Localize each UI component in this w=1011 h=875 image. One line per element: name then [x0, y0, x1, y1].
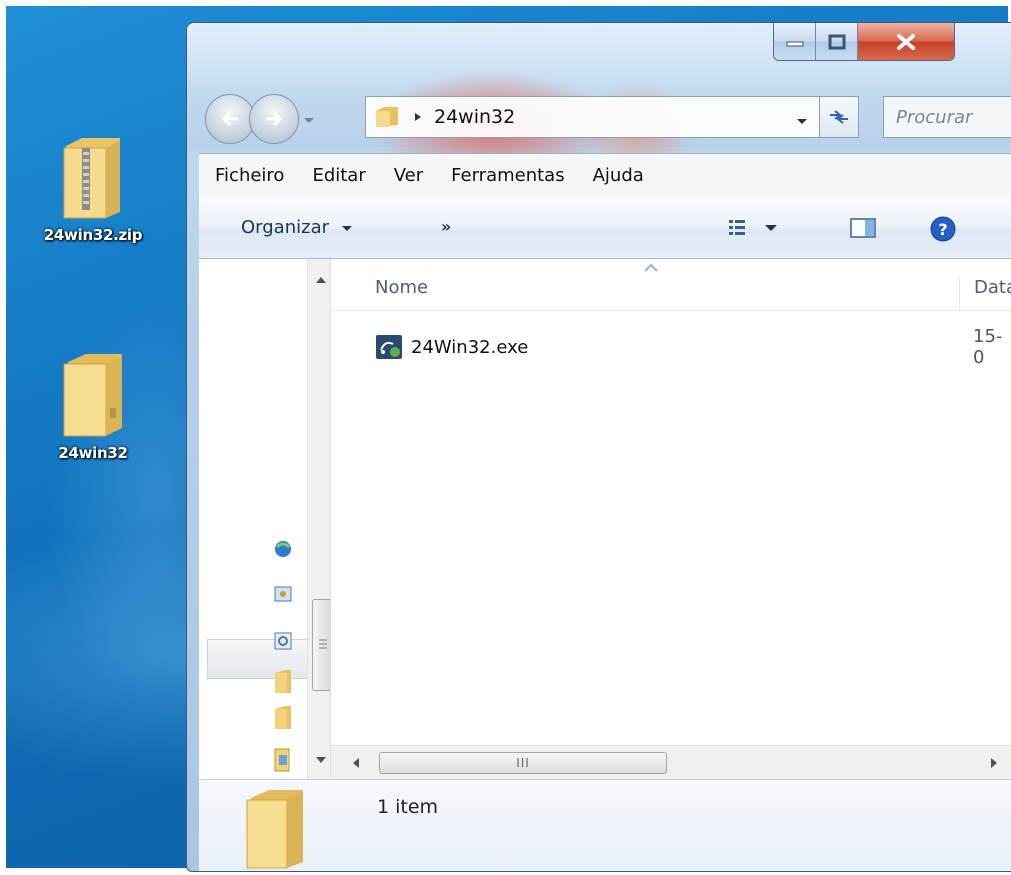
- document-icon[interactable]: [273, 747, 293, 777]
- refresh-icon: [830, 110, 848, 124]
- address-history-dropdown[interactable]: [796, 111, 808, 130]
- menu-view[interactable]: Ver: [394, 165, 423, 186]
- details-pane: 1 item: [199, 779, 1011, 871]
- file-date: 15-0: [973, 326, 1003, 368]
- application-icon: [376, 335, 402, 359]
- help-icon: ?: [930, 216, 956, 242]
- view-details-icon: [729, 220, 777, 235]
- address-bar[interactable]: 24win32: [365, 96, 821, 138]
- zip-folder-icon: [60, 134, 126, 220]
- folder-icon[interactable]: [273, 669, 293, 699]
- scroll-right-arrow-icon[interactable]: [989, 757, 999, 769]
- maximize-icon: [828, 34, 845, 49]
- folder-icon: [243, 788, 307, 871]
- desktop-icon-label: 24win32: [58, 444, 128, 462]
- scrollbar-grip: III: [516, 756, 530, 770]
- folder-icon: [376, 107, 398, 127]
- back-button[interactable]: [205, 94, 255, 144]
- maximize-button[interactable]: [816, 23, 858, 60]
- menu-file[interactable]: Ficheiro: [215, 165, 284, 186]
- scroll-down-arrow-icon[interactable]: [308, 753, 331, 767]
- chevron-down-icon: [304, 117, 314, 123]
- item-count: 1 item: [377, 796, 439, 818]
- search-input[interactable]: Procurar: [883, 96, 1011, 138]
- minimize-button[interactable]: [774, 23, 816, 60]
- search-placeholder: Procurar: [896, 106, 973, 128]
- drive-icon[interactable]: [273, 631, 293, 655]
- nav-vertical-scrollbar[interactable]: [307, 259, 331, 779]
- breadcrumb-folder[interactable]: 24win32: [434, 106, 515, 128]
- preview-pane-button[interactable]: [849, 217, 877, 243]
- help-button[interactable]: ?: [929, 215, 957, 247]
- explorer-window: 24win32 Procurar Ficheiro Editar Ver Fer…: [186, 22, 1011, 872]
- arrow-left-icon: [221, 111, 238, 127]
- file-row[interactable]: 24Win32.exe 15-0: [375, 326, 1011, 368]
- forward-button[interactable]: [249, 94, 299, 144]
- chevron-down-icon: [341, 226, 352, 231]
- caption-buttons: [773, 23, 955, 61]
- horizontal-scrollbar[interactable]: III: [331, 745, 1011, 779]
- column-date[interactable]: Data: [959, 277, 1011, 311]
- close-icon: [897, 33, 915, 50]
- preview-pane-icon: [850, 218, 876, 238]
- organize-button[interactable]: Organizar: [241, 217, 353, 238]
- sort-ascending-icon: [644, 263, 658, 272]
- scroll-up-arrow-icon[interactable]: [308, 273, 331, 287]
- minimize-icon: [786, 41, 803, 46]
- menu-help[interactable]: Ajuda: [593, 165, 644, 186]
- arrow-right-icon: [266, 111, 283, 127]
- scroll-left-arrow-icon[interactable]: [351, 757, 361, 769]
- recent-pages-dropdown[interactable]: [303, 110, 315, 129]
- column-name[interactable]: Nome: [375, 277, 428, 298]
- file-name[interactable]: 24Win32.exe: [411, 337, 528, 358]
- file-list[interactable]: Nome Data 24Win32.exe 15-0: [331, 259, 1011, 745]
- desktop-icon-folder[interactable]: 24win32: [18, 352, 168, 462]
- menu-bar: Ficheiro Editar Ver Ferramentas Ajuda: [199, 153, 1011, 197]
- organize-label: Organizar: [241, 217, 329, 238]
- navigation-buttons: [205, 91, 315, 147]
- breadcrumb-arrow-icon[interactable]: [412, 111, 424, 123]
- navigation-pane[interactable]: [199, 259, 331, 779]
- scrollbar-thumb[interactable]: III: [379, 752, 667, 774]
- change-view-button[interactable]: [727, 217, 787, 243]
- computer-icon[interactable]: [273, 585, 293, 609]
- network-icon[interactable]: [273, 539, 293, 563]
- scrollbar-thumb[interactable]: [312, 599, 330, 691]
- svg-text:?: ?: [938, 220, 947, 239]
- more-commands-button[interactable]: »: [441, 217, 451, 236]
- desktop-icon-zip[interactable]: 24win32.zip: [18, 134, 168, 244]
- menu-edit[interactable]: Editar: [312, 165, 365, 186]
- desktop-icon-label: 24win32.zip: [43, 226, 143, 244]
- chevron-down-icon: [797, 119, 807, 124]
- nav-selected-item[interactable]: [207, 639, 317, 679]
- folder-icon[interactable]: [273, 705, 293, 735]
- folder-icon: [60, 352, 126, 438]
- column-headers: Nome Data: [331, 259, 1011, 311]
- menu-tools[interactable]: Ferramentas: [451, 165, 564, 186]
- command-bar: Organizar » ?: [199, 197, 1011, 259]
- refresh-button[interactable]: [819, 96, 859, 138]
- close-button[interactable]: [858, 23, 954, 60]
